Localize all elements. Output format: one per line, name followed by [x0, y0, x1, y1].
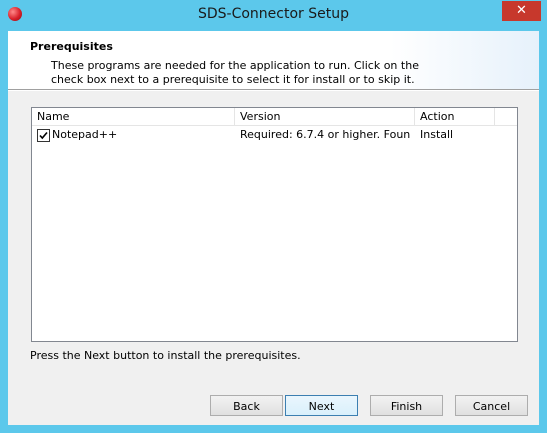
page-description: These programs are needed for the applic…	[51, 59, 419, 86]
back-button[interactable]: Back	[210, 395, 283, 416]
instruction-text: Press the Next button to install the pre…	[30, 349, 301, 362]
prerequisite-checkbox[interactable]	[37, 129, 50, 142]
list-header: Name Version Action	[32, 108, 517, 126]
page-title: Prerequisites	[30, 40, 113, 53]
close-button[interactable]: ✕	[502, 1, 541, 21]
title-bar[interactable]: SDS-Connector Setup ✕	[0, 0, 547, 30]
header-divider-highlight	[8, 90, 539, 91]
list-item[interactable]: Notepad++ Required: 6.7.4 or higher. Fou…	[32, 126, 517, 143]
prerequisite-version: Required: 6.7.4 or higher. Foun...	[240, 128, 410, 141]
prerequisites-list[interactable]: Name Version Action Notepad++ Required: …	[31, 107, 518, 342]
column-header-name[interactable]: Name	[32, 108, 235, 125]
window-title: SDS-Connector Setup	[197, 6, 349, 22]
next-button[interactable]: Next	[285, 395, 358, 416]
cancel-button[interactable]: Cancel	[455, 395, 528, 416]
dialog-client-area: Prerequisites These programs are needed …	[8, 31, 539, 425]
prerequisite-name: Notepad++	[52, 128, 118, 141]
column-header-version[interactable]: Version	[235, 108, 415, 125]
column-header-action[interactable]: Action	[415, 108, 495, 125]
checkmark-icon	[39, 131, 48, 140]
setup-window: SDS-Connector Setup ✕ Prerequisites Thes…	[0, 0, 547, 433]
header-banner: Prerequisites These programs are needed …	[8, 31, 539, 89]
finish-button[interactable]: Finish	[370, 395, 443, 416]
prerequisite-action: Install	[420, 128, 454, 141]
